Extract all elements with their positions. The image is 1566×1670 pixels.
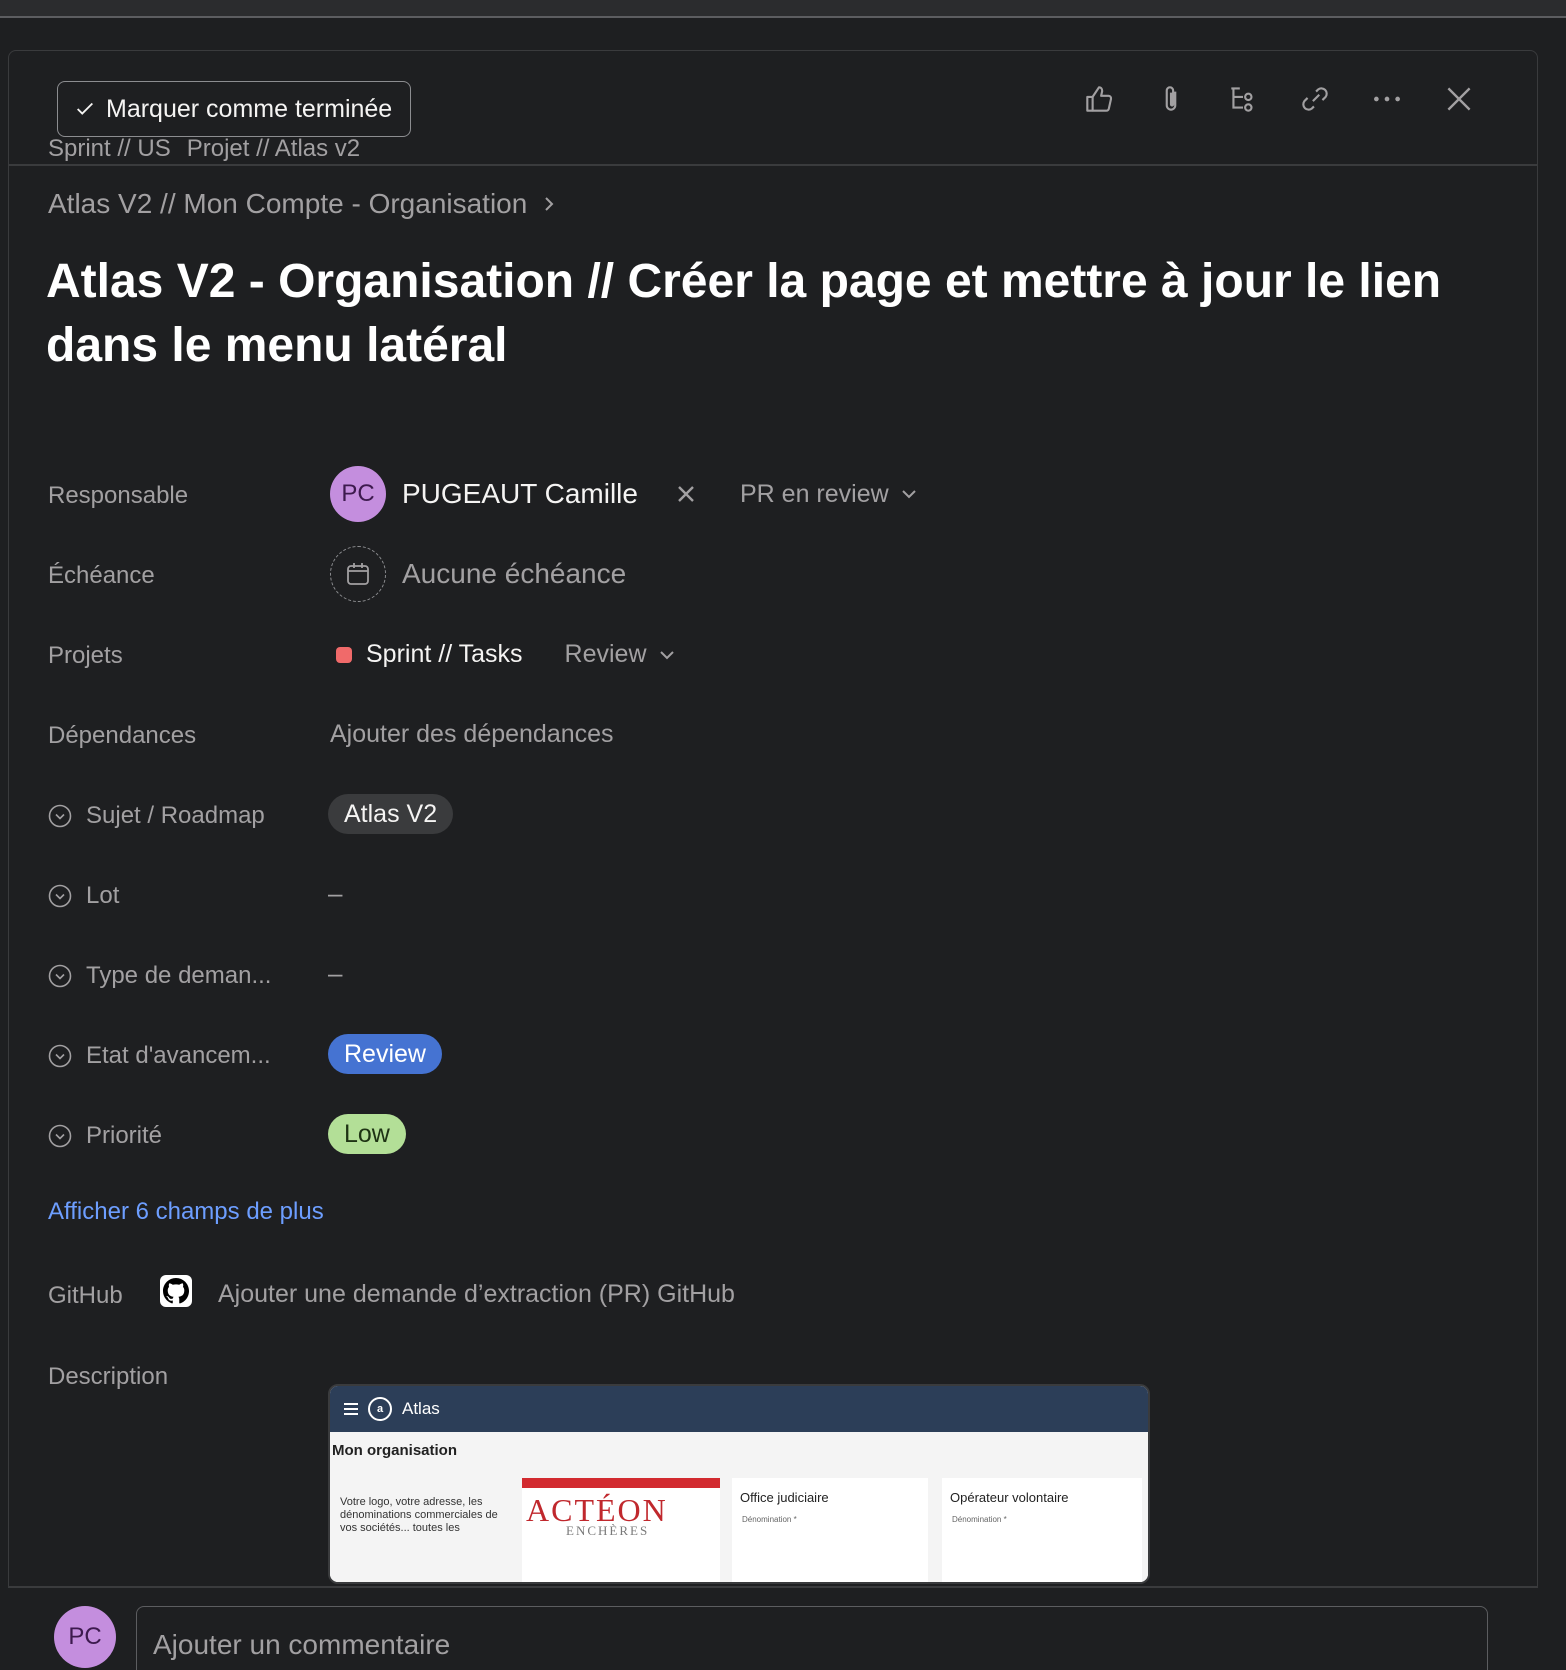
dependencies-field[interactable]: Ajouter des dépendances [330, 720, 614, 749]
more-icon[interactable] [1369, 81, 1405, 117]
chevron-circle-icon [48, 1124, 72, 1148]
lot-field-label[interactable]: Lot [48, 882, 119, 910]
priority-field[interactable]: Low [328, 1114, 406, 1154]
description-label: Description [48, 1363, 169, 1390]
chevron-circle-icon [48, 1044, 72, 1068]
checkmark-icon [77, 102, 93, 115]
breadcrumb: Sprint // US Projet // Atlas v2 [48, 135, 360, 163]
embed-content: Mon organisation Votre logo, votre adres… [330, 1432, 1148, 1582]
request-type-field-label[interactable]: Type de deman... [48, 962, 271, 990]
chevron-down-icon [659, 650, 674, 659]
priority-field-label[interactable]: Priorité [48, 1122, 162, 1150]
due-date-field[interactable]: Aucune échéance [330, 546, 626, 602]
project-section-label: Review [564, 640, 647, 668]
parent-task-label: Atlas V2 // Mon Compte - Organisation [48, 188, 528, 219]
chevron-down-icon [901, 490, 916, 499]
chevron-circle-icon [48, 884, 72, 908]
embed-app-bar: a Atlas [330, 1386, 1148, 1432]
parent-task-link[interactable]: Atlas V2 // Mon Compte - Organisation [48, 188, 557, 220]
thumbs-up-icon[interactable] [1081, 81, 1117, 117]
embed-brand-card: ACTÉON ENCHÈRES [522, 1478, 720, 1582]
avatar: PC [54, 1606, 116, 1668]
due-date-value: Aucune échéance [402, 558, 627, 589]
mark-complete-label: Marquer comme terminée [106, 94, 393, 123]
avatar: PC [330, 466, 386, 522]
header-actions [1081, 81, 1477, 117]
assignee-status-label: PR en review [739, 479, 889, 508]
comment-input[interactable]: Ajouter un commentaire [136, 1606, 1488, 1670]
calendar-icon [330, 546, 386, 602]
project-name[interactable]: Sprint // Tasks [366, 640, 523, 669]
show-more-fields-link[interactable]: Afficher 6 champs de plus [48, 1198, 324, 1226]
chevron-circle-icon [48, 964, 72, 988]
dependencies-label: Dépendances [48, 722, 197, 749]
embed-intro-text: Votre logo, votre adresse, les dénominat… [340, 1496, 498, 1534]
description-image[interactable]: a Atlas Mon organisation Votre logo, vot… [328, 1384, 1150, 1584]
lot-label: Lot [86, 882, 120, 909]
breadcrumb-item[interactable]: Sprint // US [48, 135, 171, 163]
embed-card-field-label: Dénomination * [742, 1515, 797, 1524]
embed-app-name: Atlas [402, 1399, 440, 1418]
chevron-right-icon [545, 197, 554, 211]
subject-label: Sujet / Roadmap [86, 802, 265, 829]
assignee-status-dropdown[interactable]: PR en review [740, 480, 917, 509]
embed-red-bar [522, 1478, 720, 1488]
progress-state-field-label[interactable]: Etat d'avancem... [48, 1042, 271, 1070]
progress-state-pill[interactable]: Review [328, 1034, 442, 1074]
task-title[interactable]: Atlas V2 - Organisation // Créer la page… [46, 250, 1476, 378]
priority-pill[interactable]: Low [328, 1114, 406, 1154]
add-dependencies-button[interactable]: Ajouter des dépendances [330, 720, 614, 749]
priority-label: Priorité [86, 1122, 163, 1149]
lot-field[interactable]: – [328, 878, 342, 909]
hamburger-icon [344, 1403, 358, 1415]
project-color-dot [336, 646, 352, 663]
lot-value: – [328, 878, 343, 908]
chevron-circle-icon [48, 804, 72, 828]
project-section-dropdown[interactable]: Review [565, 640, 675, 669]
embed-card-operator: Opérateur volontaire Dénomination * [942, 1478, 1142, 1582]
embed-card-office: Office judiciaire Dénomination * [732, 1478, 928, 1582]
breadcrumb-item[interactable]: Projet // Atlas v2 [187, 135, 360, 163]
assignee-label: Responsable [48, 482, 189, 509]
remove-assignee-icon[interactable] [674, 482, 698, 506]
embed-card-title: Opérateur volontaire [950, 1490, 1069, 1505]
mark-complete-button[interactable]: Marquer comme terminée [57, 81, 412, 137]
request-type-value: – [328, 958, 343, 988]
comment-footer: PC Ajouter un commentaire [8, 1586, 1538, 1670]
projects-field[interactable]: Sprint // Tasks Review [330, 640, 675, 669]
request-type-label: Type de deman... [86, 962, 272, 989]
projects-label: Projets [48, 642, 123, 669]
window-top-bar [0, 0, 1566, 18]
close-icon[interactable] [1441, 81, 1477, 117]
embed-page-title: Mon organisation [332, 1442, 457, 1459]
assignee-field[interactable]: PC PUGEAUT Camille PR en review [330, 466, 917, 522]
request-type-field[interactable]: – [328, 958, 342, 989]
atlas-logo-icon: a [368, 1397, 392, 1421]
subtask-icon[interactable] [1225, 81, 1261, 117]
embed-card-field-label: Dénomination * [952, 1515, 1007, 1524]
subject-field[interactable]: Atlas V2 [328, 794, 454, 834]
github-label: GitHub [48, 1282, 123, 1309]
add-github-pr-button[interactable]: Ajouter une demande d’extraction (PR) Gi… [218, 1280, 735, 1309]
progress-state-label: Etat d'avancem... [86, 1042, 271, 1069]
subject-pill[interactable]: Atlas V2 [328, 794, 454, 834]
embed-card-title: Office judiciaire [740, 1490, 829, 1505]
due-date-label: Échéance [48, 562, 155, 589]
link-icon[interactable] [1297, 81, 1333, 117]
assignee-name[interactable]: PUGEAUT Camille [402, 478, 638, 510]
github-icon [160, 1275, 192, 1307]
subject-field-label[interactable]: Sujet / Roadmap [48, 802, 265, 830]
progress-state-field[interactable]: Review [328, 1034, 442, 1074]
paperclip-icon[interactable] [1153, 81, 1189, 117]
